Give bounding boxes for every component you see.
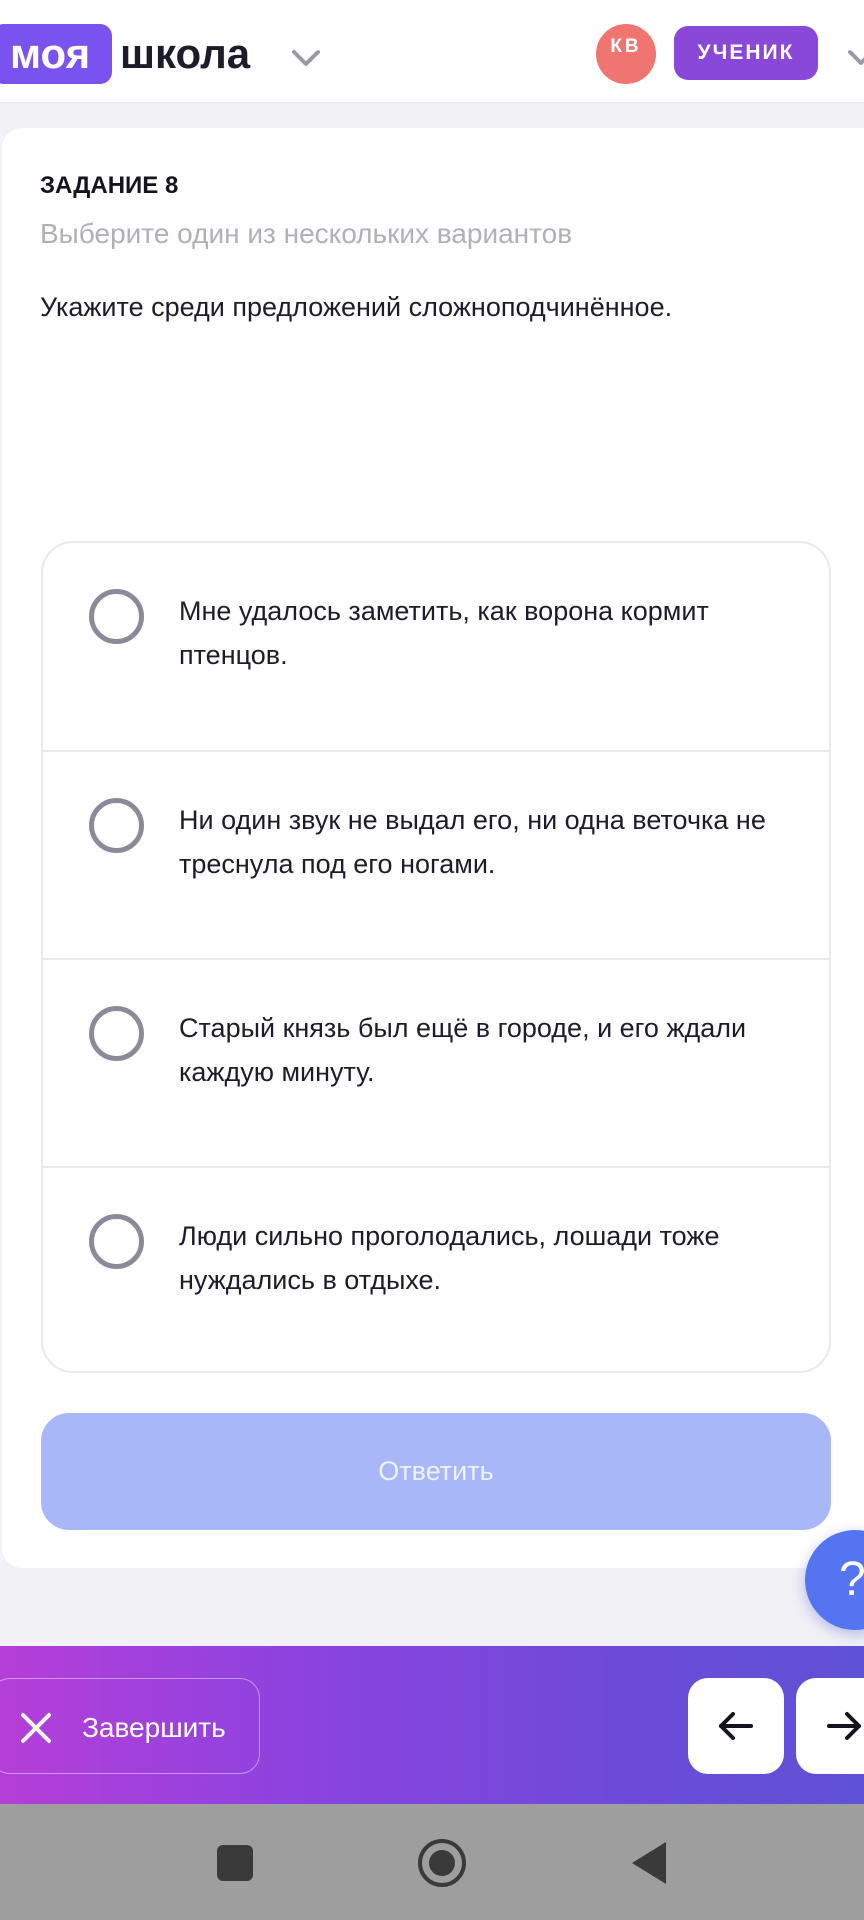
chevron-down-icon[interactable] bbox=[288, 40, 324, 76]
finish-button-label[interactable]: Завершить bbox=[82, 1710, 226, 1746]
triangle-back-icon[interactable] bbox=[628, 1840, 670, 1886]
logo-moya[interactable]: моя bbox=[0, 24, 112, 84]
answer-option-text: Мне удалось заметить, как ворона кормит … bbox=[179, 596, 709, 670]
system-navigation-bar bbox=[0, 1804, 864, 1920]
square-icon[interactable] bbox=[216, 1844, 254, 1882]
answer-option-text: Старый князь был ещё в городе, и его жда… bbox=[179, 1013, 747, 1087]
answer-option-2[interactable]: Ни один звук не выдал его, ни одна веточ… bbox=[43, 752, 829, 959]
arrow-right-icon bbox=[827, 1712, 861, 1740]
question-text: Укажите среди предложений сложноподчинён… bbox=[40, 292, 673, 322]
previous-question-button[interactable] bbox=[688, 1678, 784, 1774]
radio-button[interactable] bbox=[89, 589, 144, 644]
app-header: моя школа КВ УЧЕНИК bbox=[0, 0, 864, 103]
close-icon[interactable] bbox=[18, 1710, 54, 1746]
chevron-down-icon[interactable] bbox=[846, 42, 864, 72]
answer-option-text: Люди сильно проголодались, лошади тоже н… bbox=[179, 1221, 720, 1295]
answer-option-text: Ни один звук не выдал его, ни одна веточ… bbox=[179, 805, 766, 879]
next-question-button[interactable] bbox=[796, 1678, 864, 1774]
arrow-left-icon bbox=[719, 1712, 753, 1740]
submit-answer-button[interactable]: Ответить bbox=[41, 1413, 831, 1530]
radio-button[interactable] bbox=[89, 1214, 144, 1269]
answer-option-3[interactable]: Старый князь был ещё в городе, и его жда… bbox=[43, 960, 829, 1167]
logo-shkola[interactable]: школа bbox=[120, 24, 250, 84]
radio-button[interactable] bbox=[89, 798, 144, 853]
avatar[interactable]: КВ bbox=[596, 24, 656, 84]
answer-option-1[interactable]: Мне удалось заметить, как ворона кормит … bbox=[43, 543, 829, 750]
radio-button[interactable] bbox=[89, 1006, 144, 1061]
circle-icon[interactable] bbox=[416, 1837, 468, 1889]
task-instruction: Выберите один из нескольких вариантов bbox=[40, 218, 573, 249]
answer-option-4[interactable]: Люди сильно проголодались, лошади тоже н… bbox=[43, 1168, 829, 1371]
role-badge[interactable]: УЧЕНИК bbox=[674, 26, 818, 80]
task-title: ЗАДАНИЕ 8 bbox=[40, 172, 179, 199]
answer-options-list: Мне удалось заметить, как ворона кормит … bbox=[41, 541, 831, 1373]
